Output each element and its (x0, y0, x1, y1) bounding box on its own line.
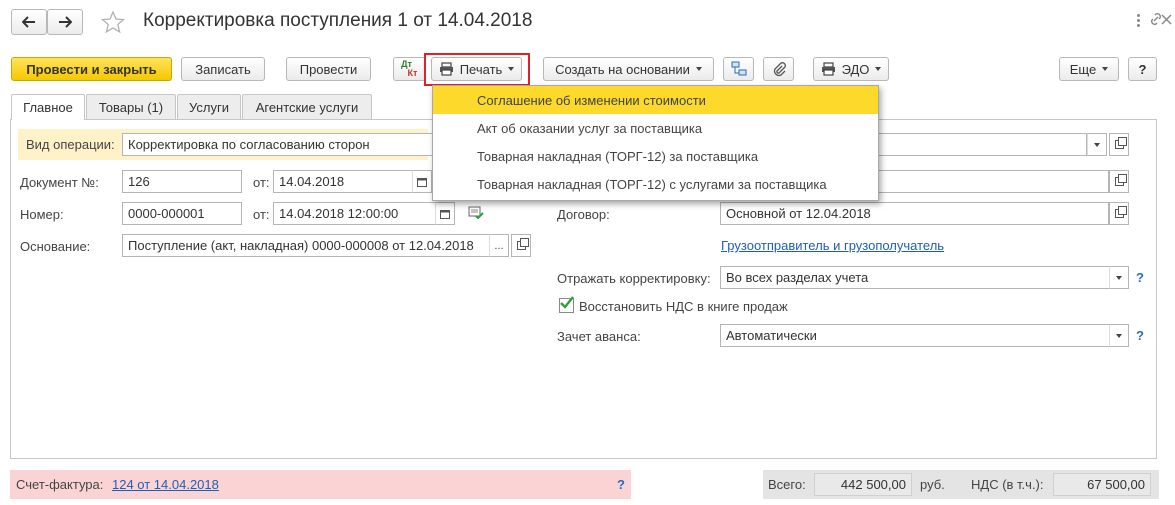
open-icon (516, 238, 529, 250)
advance-label: Зачет аванса: (557, 329, 641, 344)
close-icon[interactable] (1161, 13, 1172, 28)
number-date-label: от: (253, 207, 270, 222)
doc-no-label: Документ №: (20, 175, 99, 190)
chevron-down-icon (1102, 67, 1109, 71)
document-status-icon[interactable] (468, 206, 484, 223)
chevron-down-icon (1116, 275, 1122, 280)
dt-kt-button[interactable]: Дт Кт (393, 57, 426, 81)
operation-select[interactable]: Корректировка по согласованию сторон (122, 133, 434, 156)
number-input[interactable]: 0000-000001 (122, 202, 242, 225)
operation-label: Вид операции: (26, 137, 115, 152)
organization-open-button[interactable] (1109, 170, 1129, 193)
arrow-left-icon (22, 16, 35, 28)
hierarchy-icon (731, 61, 746, 76)
post-and-close-button[interactable]: Провести и закрыть (11, 57, 172, 81)
menu-item-torg12-services-supplier[interactable]: Товарная накладная (ТОРГ-12) с услугами … (433, 170, 878, 198)
edo-label: ЭДО (841, 61, 870, 77)
window-title: Корректировка поступления 1 от 14.04.201… (143, 10, 533, 31)
basis-label: Основание: (20, 239, 91, 254)
basis-select-button[interactable]: ... (489, 234, 509, 257)
structure-button[interactable] (723, 57, 754, 81)
total-value: 442 500,00 (814, 473, 912, 496)
menu-item-torg12-supplier[interactable]: Товарная накладная (ТОРГ-12) за поставщи… (433, 142, 878, 170)
contract-input[interactable]: Основной от 12.04.2018 (720, 202, 1109, 225)
window-menu-icon[interactable] (1137, 14, 1141, 28)
advance-dropdown[interactable] (1109, 324, 1129, 347)
attachment-button[interactable] (763, 57, 794, 81)
vat-label: НДС (в т.ч.): (971, 477, 1044, 492)
total-label: Всего: (768, 477, 806, 492)
print-menu: Соглашение об изменении стоимости Акт об… (432, 85, 879, 201)
counterparty-dropdown[interactable] (1087, 133, 1107, 156)
more-label: Еще (1069, 61, 1097, 77)
restore-vat-label: Восстановить НДС в книге продаж (579, 299, 788, 314)
kt-label: Кт (407, 68, 418, 78)
checkmark-icon (560, 296, 574, 309)
advance-help-icon[interactable]: ? (1136, 328, 1144, 343)
create-based-on-button[interactable]: Создать на основании (543, 57, 714, 81)
post-button[interactable]: Провести (286, 57, 371, 81)
print-highlight-frame (424, 53, 530, 86)
basis-input[interactable]: Поступление (акт, накладная) 0000-000008… (122, 234, 490, 257)
tab-services[interactable]: Услуги (177, 94, 241, 119)
vat-value: 67 500,00 (1053, 473, 1151, 496)
reflect-dropdown[interactable] (1109, 266, 1129, 289)
chevron-down-icon (1094, 142, 1100, 147)
open-icon (1114, 137, 1127, 149)
open-icon (1114, 174, 1127, 186)
favorite-star-icon[interactable] (100, 10, 126, 37)
counterparty-open-button[interactable] (1109, 133, 1129, 156)
shipper-consignee-link[interactable]: Грузоотправитель и грузополучатель (721, 238, 944, 253)
reflect-label: Отражать корректировку: (557, 271, 711, 286)
help-button[interactable]: ? (1128, 57, 1157, 81)
forward-button[interactable] (47, 9, 83, 35)
advance-select[interactable]: Автоматически (720, 324, 1111, 347)
back-button[interactable] (11, 9, 47, 35)
invoice-link[interactable]: 124 от 14.04.2018 (112, 477, 219, 492)
basis-open-button[interactable] (511, 234, 531, 257)
number-date-calendar-button[interactable] (435, 202, 455, 225)
open-icon (1114, 206, 1127, 218)
number-date-input[interactable]: 14.04.2018 12:00:00 (273, 202, 436, 225)
reflect-select[interactable]: Во всех разделах учета (720, 266, 1111, 289)
create-based-on-label: Создать на основании (555, 61, 690, 77)
doc-no-input[interactable]: 126 (122, 170, 242, 193)
save-button[interactable]: Записать (181, 57, 265, 81)
tab-goods[interactable]: Товары (1) (86, 94, 176, 119)
invoice-label: Счет-фактура: (16, 477, 104, 492)
tab-agent-services[interactable]: Агентские услуги (242, 94, 372, 119)
contract-label: Договор: (557, 207, 610, 222)
more-button[interactable]: Еще (1059, 57, 1119, 81)
edo-button[interactable]: ЭДО (813, 57, 889, 81)
currency-label: руб. (920, 477, 945, 492)
chevron-down-icon (695, 67, 702, 71)
chevron-down-icon (1116, 333, 1122, 338)
doc-date-label: от: (253, 175, 270, 190)
menu-item-price-change-agreement[interactable]: Соглашение об изменении стоимости (433, 86, 878, 114)
menu-item-services-act[interactable]: Акт об оказании услуг за поставщика (433, 114, 878, 142)
arrow-right-icon (59, 16, 72, 28)
paperclip-icon (773, 62, 786, 77)
restore-vat-checkbox[interactable] (559, 296, 574, 313)
number-label: Номер: (20, 207, 64, 222)
chevron-down-icon (875, 67, 882, 71)
contract-open-button[interactable] (1109, 202, 1129, 225)
calendar-icon (417, 177, 427, 187)
tab-main[interactable]: Главное (11, 94, 85, 120)
calendar-icon (440, 209, 450, 219)
reflect-help-icon[interactable]: ? (1136, 270, 1144, 285)
doc-date-calendar-button[interactable] (412, 170, 432, 193)
doc-date-input[interactable]: 14.04.2018 (273, 170, 413, 193)
invoice-help-icon[interactable]: ? (617, 477, 625, 492)
edo-printer-icon (821, 62, 835, 76)
